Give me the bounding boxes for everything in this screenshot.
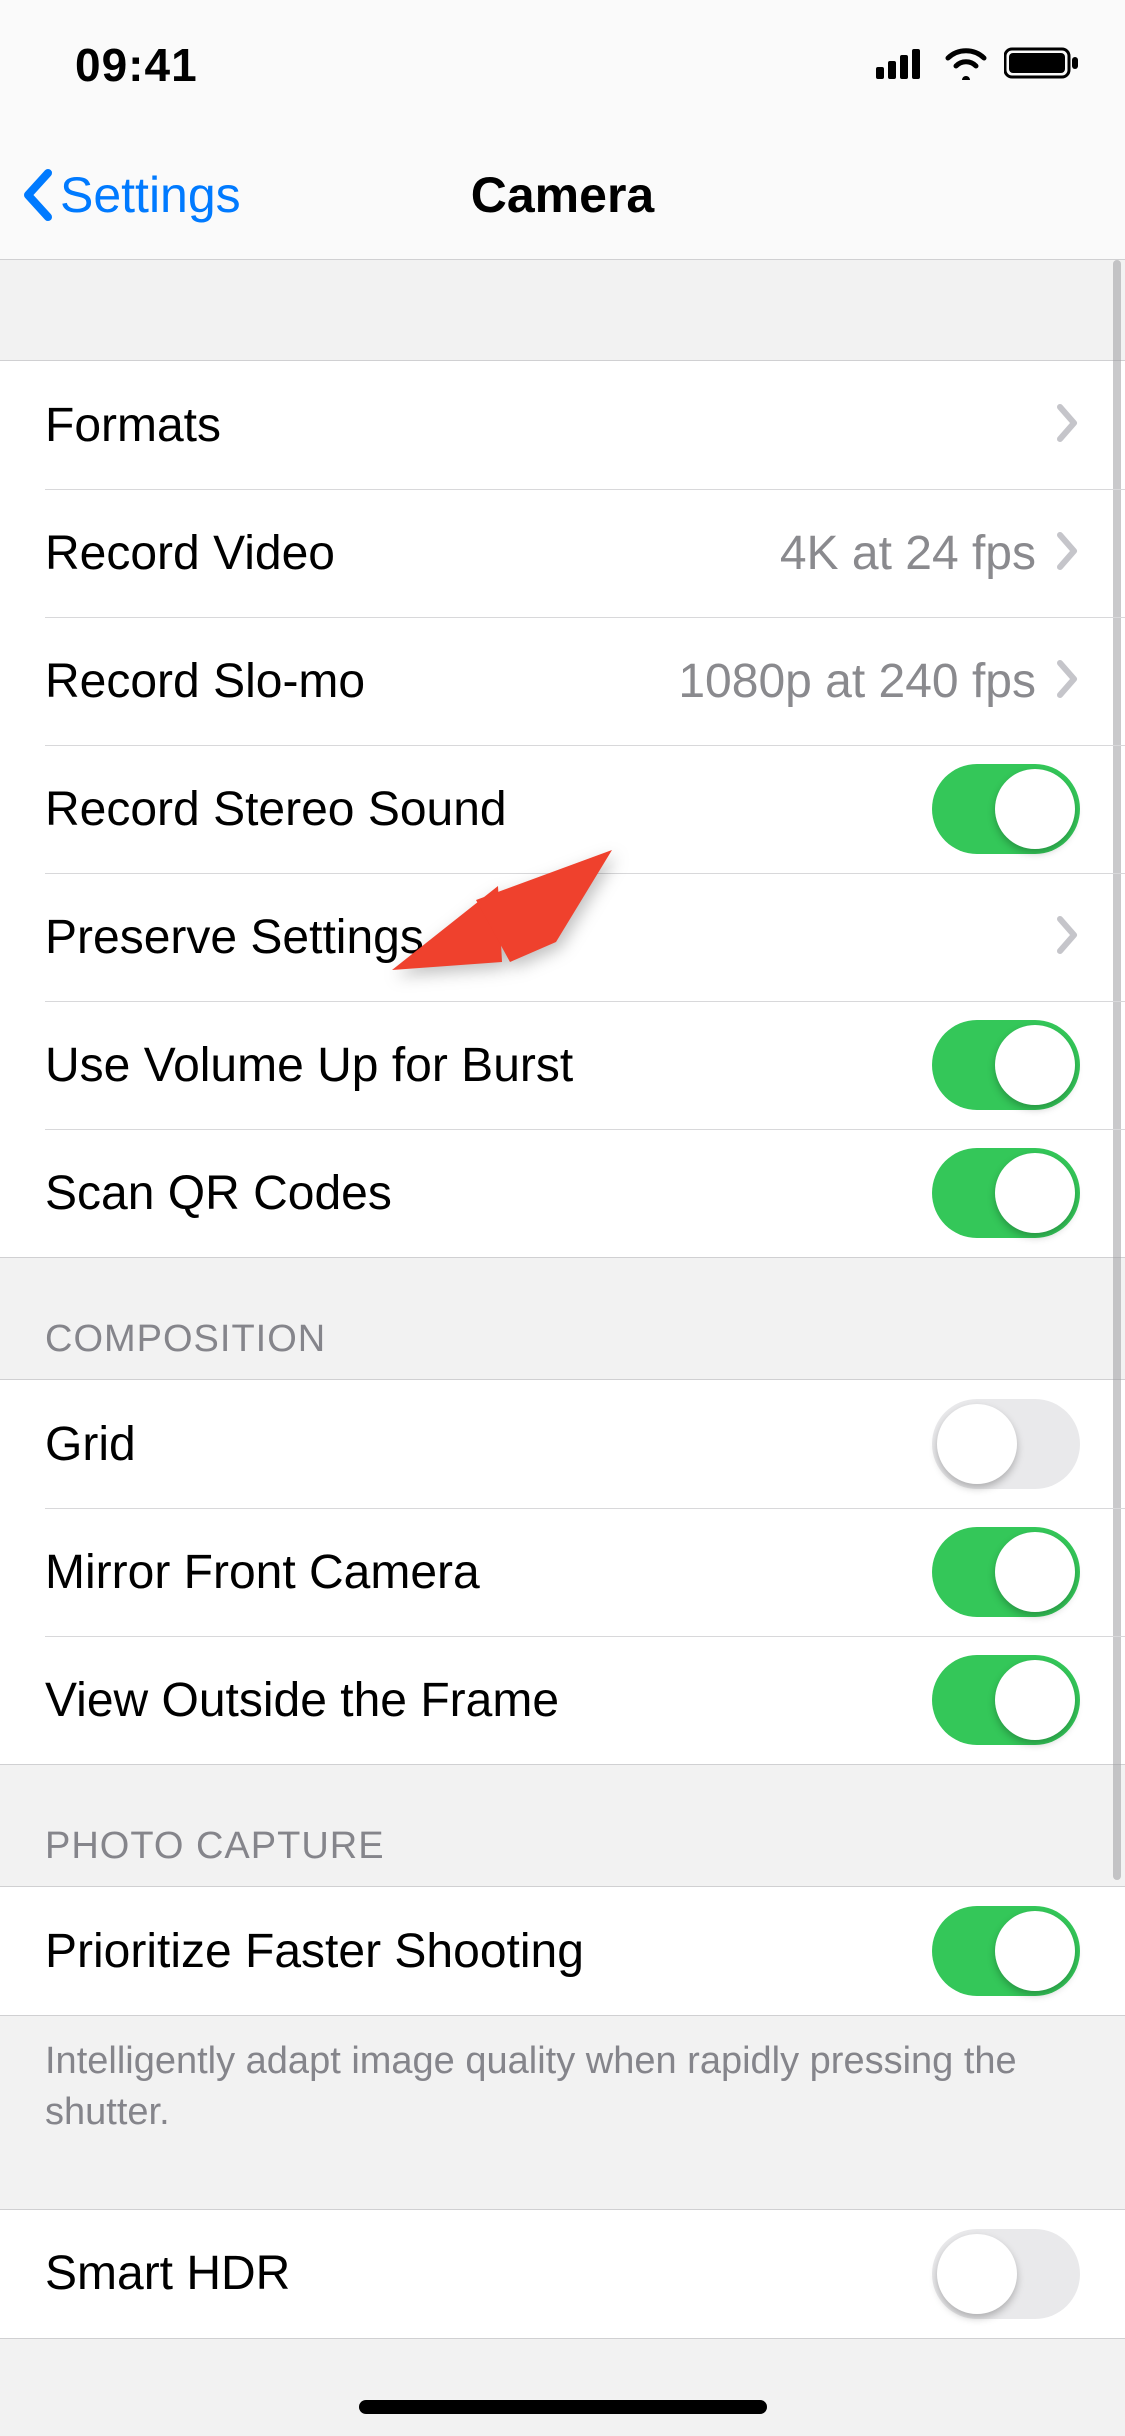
status-time: 09:41	[75, 38, 198, 92]
nav-bar: Settings Camera	[0, 130, 1125, 260]
row-preserve-settings[interactable]: Preserve Settings	[0, 873, 1125, 1001]
row-mirror-front: Mirror Front Camera	[0, 1508, 1125, 1636]
row-label: Record Slo-mo	[45, 654, 678, 709]
row-record-stereo-sound: Record Stereo Sound	[0, 745, 1125, 873]
back-label: Settings	[60, 166, 241, 224]
status-bar: 09:41	[0, 0, 1125, 130]
toggle-smart-hdr[interactable]	[932, 2229, 1080, 2319]
row-label: Prioritize Faster Shooting	[45, 1924, 932, 1979]
chevron-right-icon	[1054, 915, 1080, 960]
back-button[interactable]: Settings	[20, 166, 241, 224]
row-grid: Grid	[0, 1380, 1125, 1508]
row-value: 4K at 24 fps	[780, 526, 1036, 581]
row-formats[interactable]: Formats	[0, 361, 1125, 489]
toggle-volume-up-burst[interactable]	[932, 1020, 1080, 1110]
toggle-view-outside-frame[interactable]	[932, 1655, 1080, 1745]
wifi-icon	[942, 46, 990, 85]
row-label: Formats	[45, 398, 1054, 453]
row-prioritize-faster-shooting: Prioritize Faster Shooting	[0, 1887, 1125, 2015]
row-scan-qr: Scan QR Codes	[0, 1129, 1125, 1257]
row-label: Smart HDR	[45, 2246, 932, 2301]
toggle-scan-qr[interactable]	[932, 1148, 1080, 1238]
row-label: Mirror Front Camera	[45, 1545, 932, 1600]
row-value: 1080p at 240 fps	[678, 654, 1036, 709]
photo-capture-group: Prioritize Faster Shooting	[0, 1886, 1125, 2016]
row-record-slomo[interactable]: Record Slo-mo 1080p at 240 fps	[0, 617, 1125, 745]
main-group: Formats Record Video 4K at 24 fps Record…	[0, 360, 1125, 1258]
cellular-icon	[876, 47, 928, 84]
chevron-right-icon	[1054, 403, 1080, 448]
row-volume-up-burst: Use Volume Up for Burst	[0, 1001, 1125, 1129]
battery-icon	[1004, 45, 1080, 86]
settings-scroll[interactable]: Formats Record Video 4K at 24 fps Record…	[0, 260, 1125, 2436]
row-label: Use Volume Up for Burst	[45, 1038, 932, 1093]
status-icons	[876, 45, 1080, 86]
composition-group: Grid Mirror Front Camera View Outside th…	[0, 1379, 1125, 1765]
row-label: Preserve Settings	[45, 910, 1054, 965]
row-view-outside-frame: View Outside the Frame	[0, 1636, 1125, 1764]
chevron-right-icon	[1054, 531, 1080, 576]
home-indicator[interactable]	[359, 2400, 767, 2414]
toggle-grid[interactable]	[932, 1399, 1080, 1489]
smart-hdr-group: Smart HDR	[0, 2209, 1125, 2339]
section-footer-photo-capture: Intelligently adapt image quality when r…	[0, 2016, 1125, 2169]
toggle-mirror-front[interactable]	[932, 1527, 1080, 1617]
chevron-left-icon	[20, 167, 56, 223]
chevron-right-icon	[1054, 659, 1080, 704]
section-header-composition: COMPOSITION	[0, 1258, 1125, 1379]
row-label: Scan QR Codes	[45, 1166, 932, 1221]
section-header-photo-capture: PHOTO CAPTURE	[0, 1765, 1125, 1886]
toggle-record-stereo-sound[interactable]	[932, 764, 1080, 854]
row-label: Grid	[45, 1417, 932, 1472]
row-record-video[interactable]: Record Video 4K at 24 fps	[0, 489, 1125, 617]
row-smart-hdr: Smart HDR	[0, 2210, 1125, 2338]
row-label: Record Stereo Sound	[45, 782, 932, 837]
row-label: Record Video	[45, 526, 780, 581]
toggle-prioritize-faster-shooting[interactable]	[932, 1906, 1080, 1996]
row-label: View Outside the Frame	[45, 1673, 932, 1728]
